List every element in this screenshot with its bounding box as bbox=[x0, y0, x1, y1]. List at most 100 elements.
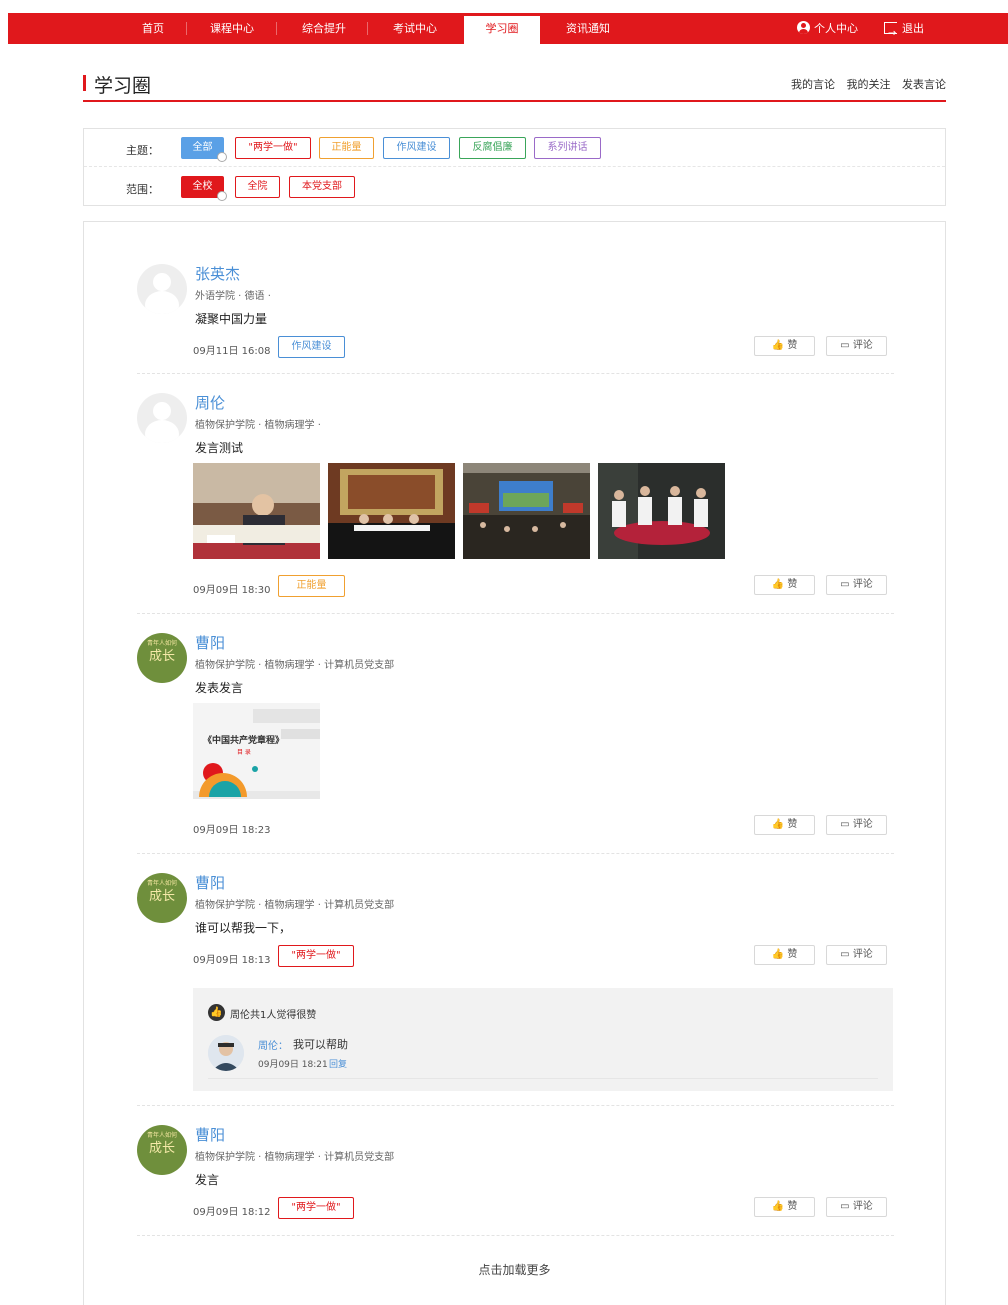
image-caption: 《中国共产党章程》 bbox=[203, 736, 285, 746]
page-header: 学习圈 我的言论 我的关注 发表言论 bbox=[83, 70, 946, 102]
post-text: 发言 bbox=[195, 1173, 220, 1187]
comment-button[interactable]: ▭ 评论 bbox=[826, 575, 887, 595]
like-label: 赞 bbox=[787, 949, 798, 960]
reply-date: 09月09日 18:21 bbox=[258, 1060, 328, 1070]
reply-link[interactable]: 回复 bbox=[329, 1057, 347, 1070]
like-button[interactable]: 👍 赞 bbox=[754, 336, 815, 356]
post-date: 09月11日 16:08 bbox=[193, 346, 271, 357]
scope-college-tag[interactable]: 全院 bbox=[235, 176, 280, 198]
post-topic-tag[interactable]: 正能量 bbox=[278, 575, 345, 597]
post-item: 青年人如何 成长 曹阳 植物保护学院 · 植物病理学 · 计算机员党支部 发言 … bbox=[137, 1125, 894, 1225]
default-avatar[interactable] bbox=[137, 393, 187, 443]
top-nav: 首页 课程中心 综合提升 考试中心 学习圈 资讯通知 个人中心 退出 bbox=[8, 13, 1008, 49]
comment-label: 评论 bbox=[852, 949, 873, 960]
like-button[interactable]: 👍 赞 bbox=[754, 1197, 815, 1217]
post-image[interactable] bbox=[463, 463, 590, 559]
post-author-name[interactable]: 周伦 bbox=[195, 392, 225, 413]
like-button[interactable]: 👍 赞 bbox=[754, 815, 815, 835]
topic-liangxue-tag[interactable]: "两学一做" bbox=[235, 137, 311, 159]
topic-fanfu-tag[interactable]: 反腐倡廉 bbox=[459, 137, 526, 159]
thumbs-up-icon: 👍 bbox=[208, 1004, 225, 1021]
post-date: 09月09日 18:30 bbox=[193, 585, 271, 596]
comment-button[interactable]: ▭ 评论 bbox=[826, 336, 887, 356]
comment-button[interactable]: ▭ 评论 bbox=[826, 815, 887, 835]
post-date: 09月09日 18:12 bbox=[193, 1207, 271, 1218]
scope-school-tag[interactable]: 全校 bbox=[181, 176, 227, 201]
post-author-meta: 外语学院 · 德语 · bbox=[195, 291, 271, 302]
comment-panel: 👍 周伦共1人觉得很赞 周伦： 我可以帮助 09月09日 18:21 回复 bbox=[193, 988, 893, 1091]
topic-all-tag[interactable]: 全部 bbox=[181, 137, 227, 162]
nav-item-home[interactable]: 首页 bbox=[131, 13, 175, 44]
post-text: 凝聚中国力量 bbox=[195, 312, 268, 326]
growth-avatar[interactable]: 青年人如何 成长 bbox=[137, 633, 187, 683]
post-author-meta: 植物保护学院 · 植物病理学 · 计算机员党支部 bbox=[195, 660, 395, 671]
comment-button[interactable]: ▭ 评论 bbox=[826, 1197, 887, 1217]
post-divider bbox=[137, 853, 894, 854]
reply-author-name[interactable]: 周伦： bbox=[258, 1037, 288, 1052]
post-author-meta: 植物保护学院 · 植物病理学 · 计算机员党支部 bbox=[195, 900, 395, 911]
post-image[interactable] bbox=[193, 463, 320, 559]
post-image[interactable]: 《中国共产党章程》 目 录 bbox=[193, 703, 320, 799]
page-title: 学习圈 bbox=[94, 75, 152, 97]
my-posts-link[interactable]: 我的言论 bbox=[791, 78, 835, 91]
topic-all-label: 全部 bbox=[192, 142, 213, 153]
comment-label: 评论 bbox=[852, 579, 873, 590]
avatar-title: 成长 bbox=[148, 649, 175, 664]
nav-item-study-circle[interactable]: 学习圈 bbox=[464, 16, 540, 44]
nav-item-exams[interactable]: 考试中心 bbox=[384, 13, 446, 44]
post-topic-tag[interactable]: 作风建设 bbox=[278, 336, 345, 358]
post-topic-tag[interactable]: "两学一做" bbox=[278, 1197, 354, 1219]
selected-check-icon bbox=[217, 152, 227, 162]
topic-zuofeng-tag[interactable]: 作风建设 bbox=[383, 137, 450, 159]
post-text: 谁可以帮我一下， bbox=[195, 921, 292, 935]
topic-jianghua-tag[interactable]: 系列讲话 bbox=[534, 137, 601, 159]
post-date: 09月09日 18:23 bbox=[193, 825, 271, 836]
reply-divider bbox=[208, 1078, 878, 1079]
like-label: 赞 bbox=[787, 579, 798, 590]
post-divider bbox=[137, 1235, 894, 1236]
comment-label: 评论 bbox=[852, 340, 873, 351]
my-follows-link[interactable]: 我的关注 bbox=[847, 78, 891, 91]
load-more-button[interactable]: 点击加载更多 bbox=[84, 1261, 945, 1278]
post-image[interactable] bbox=[598, 463, 725, 559]
growth-avatar[interactable]: 青年人如何 成长 bbox=[137, 873, 187, 923]
like-button[interactable]: 👍 赞 bbox=[754, 575, 815, 595]
feed-panel: 张英杰 外语学院 · 德语 · 凝聚中国力量 09月11日 16:08 作风建设… bbox=[83, 221, 946, 1305]
logout-link[interactable]: 退出 bbox=[884, 13, 924, 49]
post-author-name[interactable]: 曹阳 bbox=[195, 1124, 225, 1145]
nav-item-improve[interactable]: 综合提升 bbox=[293, 13, 355, 44]
scope-branch-tag[interactable]: 本党支部 bbox=[289, 176, 355, 198]
post-author-name[interactable]: 曹阳 bbox=[195, 872, 225, 893]
nav-divider bbox=[186, 22, 187, 35]
new-post-link[interactable]: 发表言论 bbox=[902, 78, 946, 91]
nav-item-courses[interactable]: 课程中心 bbox=[201, 13, 263, 44]
post-author-name[interactable]: 张英杰 bbox=[195, 263, 240, 284]
scope-label: 范围： bbox=[126, 183, 159, 196]
topic-zhengnengliang-tag[interactable]: 正能量 bbox=[319, 137, 374, 159]
header-links: 我的言论 我的关注 发表言论 bbox=[783, 76, 946, 92]
like-label: 赞 bbox=[787, 1201, 798, 1212]
comment-label: 评论 bbox=[852, 819, 873, 830]
image-subcaption: 目 录 bbox=[237, 749, 251, 756]
post-image[interactable] bbox=[328, 463, 455, 559]
nav-item-news[interactable]: 资讯通知 bbox=[557, 13, 619, 44]
post-author-meta: 植物保护学院 · 植物病理学 · 计算机员党支部 bbox=[195, 1152, 395, 1163]
like-button[interactable]: 👍 赞 bbox=[754, 945, 815, 965]
nav-divider bbox=[276, 22, 277, 35]
post-author-meta: 植物保护学院 · 植物病理学 · bbox=[195, 420, 321, 431]
growth-avatar[interactable]: 青年人如何 成长 bbox=[137, 1125, 187, 1175]
post-author-name[interactable]: 曹阳 bbox=[195, 632, 225, 653]
post-item: 周伦 植物保护学院 · 植物病理学 · 发言测试 09月09日 18:30 正能… bbox=[137, 393, 894, 603]
comment-button[interactable]: ▭ 评论 bbox=[826, 945, 887, 965]
like-label: 赞 bbox=[787, 819, 798, 830]
scope-filter-row: 范围： 全校 全院 本党支部 bbox=[84, 168, 945, 206]
post-divider bbox=[137, 613, 894, 614]
reply-avatar[interactable] bbox=[208, 1035, 244, 1071]
logout-label: 退出 bbox=[902, 22, 924, 35]
default-avatar[interactable] bbox=[137, 264, 187, 314]
post-item: 青年人如何 成长 曹阳 植物保护学院 · 植物病理学 · 计算机员党支部 谁可以… bbox=[137, 873, 894, 1093]
user-center-link[interactable]: 个人中心 bbox=[797, 13, 858, 44]
user-icon bbox=[797, 21, 810, 34]
topic-label: 主题： bbox=[126, 144, 159, 157]
post-topic-tag[interactable]: "两学一做" bbox=[278, 945, 354, 967]
